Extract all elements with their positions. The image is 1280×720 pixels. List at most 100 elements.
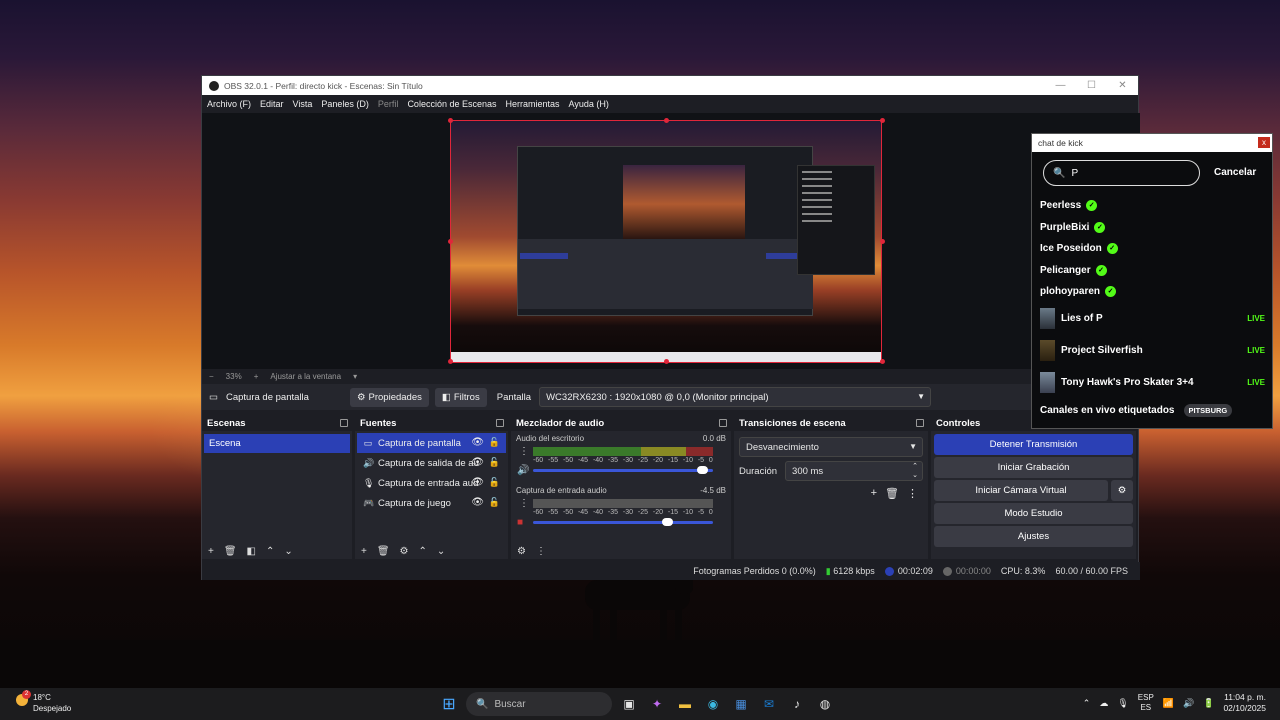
clock[interactable]: 11:04 p. m. 02/10/2025 [1223,692,1266,714]
undock-icon[interactable] [916,419,924,427]
resize-handle[interactable] [448,359,453,364]
lock-icon[interactable]: 🔓 [489,437,500,448]
minimize-button[interactable]: — [1045,80,1076,91]
eye-icon[interactable]: 👁 [471,437,484,448]
duration-input[interactable]: 300 ms ⌃ ⌄ [785,461,923,481]
chat-search-input[interactable]: 🔍 P [1043,160,1200,186]
speaker-icon[interactable]: 🔊 [517,465,529,476]
slider-knob[interactable] [662,518,674,526]
chat-titlebar[interactable]: chat de kick x [1032,134,1272,152]
fit-window-button[interactable]: Ajustar a la ventana [270,372,341,381]
source-item[interactable]: 🎙 Captura de entrada aud 👁 🔓 [357,473,506,493]
move-down-icon[interactable]: ⌄ [437,546,445,557]
user-result[interactable]: PurpleBixi ✓ [1040,222,1106,233]
add-icon[interactable]: + [208,546,214,557]
slider-knob[interactable] [696,466,708,474]
advanced-audio-icon[interactable]: ⚙ [517,546,526,557]
trash-icon[interactable]: 🗑 [377,546,390,557]
maximize-button[interactable]: ☐ [1076,80,1107,91]
start-recording-button[interactable]: Iniciar Grabación [934,457,1133,478]
gear-icon[interactable]: ⚙ [400,546,409,557]
resize-handle[interactable] [448,118,453,123]
settings-button[interactable]: Ajustes [934,526,1133,547]
copilot-icon[interactable]: ✦ [646,693,668,715]
weather-widget[interactable]: 2 18°C Despejado [16,690,71,714]
eye-icon[interactable]: 👁 [471,497,484,508]
wifi-icon[interactable]: 📶 [1163,698,1174,709]
source-item[interactable]: 🔊 Captura de salida de au 👁 🔓 [357,453,506,473]
kebab-menu-icon[interactable]: ⋮ [519,498,529,509]
menu-tools[interactable]: Herramientas [506,99,560,109]
user-result[interactable]: Peerless ✓ [1040,200,1098,211]
language-indicator[interactable]: ESP ES [1138,693,1154,713]
resize-handle[interactable] [880,359,885,364]
properties-button[interactable]: ⚙ Propiedades [349,387,429,407]
edge-icon[interactable]: ◉ [702,693,724,715]
cancel-button[interactable]: Cancelar [1214,167,1256,178]
kebab-menu-icon[interactable]: ⋮ [519,446,529,457]
menu-file[interactable]: Archivo (F) [207,99,251,109]
menu-docks[interactable]: Paneles (D) [321,99,369,109]
window-titlebar[interactable]: OBS 32.0.1 - Perfil: directo kick - Esce… [202,76,1138,95]
undock-icon[interactable] [496,419,504,427]
trash-icon[interactable]: 🗑 [885,487,899,500]
move-up-icon[interactable]: ⌃ [266,546,274,557]
user-result[interactable]: Pelicanger ✓ [1040,265,1107,276]
close-button[interactable]: ✕ [1107,80,1138,91]
resize-handle[interactable] [880,118,885,123]
undock-icon[interactable] [340,419,348,427]
menu-scene-collection[interactable]: Colección de Escenas [407,99,496,109]
preview-area[interactable] [202,113,1140,369]
source-item[interactable]: ▭ Captura de pantalla 👁 🔓 [357,433,506,453]
close-icon[interactable]: x [1258,137,1270,148]
lock-icon[interactable]: 🔓 [489,457,500,468]
kebab-menu-icon[interactable]: ⋮ [536,546,546,557]
filter-icon[interactable]: ◧ [247,546,256,557]
add-icon[interactable]: + [871,487,877,500]
trash-icon[interactable]: 🗑 [224,546,237,557]
user-result[interactable]: plohoyparen ✓ [1040,286,1117,297]
preview-canvas[interactable] [450,120,882,363]
eye-icon[interactable]: 👁 [471,457,484,468]
zoom-in-button[interactable]: + [254,372,259,381]
obs-icon[interactable]: ◍ [814,693,836,715]
taskbar-search[interactable]: 🔍 Buscar [466,692,612,716]
resize-handle[interactable] [664,118,669,123]
resize-handle[interactable] [448,239,453,244]
lock-icon[interactable]: 🔓 [489,477,500,488]
store-icon[interactable]: ▦ [730,693,752,715]
user-result[interactable]: Ice Poseidon ✓ [1040,243,1118,254]
filters-button[interactable]: ◧ Filtros [434,387,487,407]
onedrive-icon[interactable]: ☁ [1099,698,1108,709]
move-down-icon[interactable]: ⌄ [284,546,292,557]
scene-item[interactable]: Escena [204,434,350,453]
file-explorer-icon[interactable]: ▬ [674,693,696,715]
menu-help[interactable]: Ayuda (H) [569,99,609,109]
display-select[interactable]: WC32RX6230 : 1920x1080 @ 0,0 (Monitor pr… [539,387,932,407]
studio-mode-button[interactable]: Modo Estudio [934,503,1133,524]
chevron-up-icon[interactable]: ⌃ [1083,698,1091,709]
add-icon[interactable]: + [361,546,367,557]
virtual-camera-button[interactable]: Iniciar Cámara Virtual [934,480,1108,501]
battery-icon[interactable]: 🔋 [1203,698,1214,709]
windows-start-icon[interactable]: ⊞ [438,693,460,715]
outlook-icon[interactable]: ✉ [758,693,780,715]
menu-view[interactable]: Vista [293,99,313,109]
volume-slider[interactable] [533,518,713,526]
volume-icon[interactable]: 🔊 [1183,698,1194,709]
kebab-menu-icon[interactable]: ⋮ [907,487,918,500]
transition-select[interactable]: Desvanecimiento ▼ [739,437,923,457]
gear-icon[interactable]: ⚙ [1111,480,1133,501]
lock-icon[interactable]: 🔓 [489,497,500,508]
menu-profile[interactable]: Perfil [378,99,399,109]
tiktok-icon[interactable]: ♪ [786,693,808,715]
zoom-out-button[interactable]: − [209,372,214,381]
resize-handle[interactable] [880,239,885,244]
resize-handle[interactable] [664,359,669,364]
volume-slider[interactable] [533,466,713,474]
spinner-icon[interactable]: ⌃ ⌄ [912,462,918,480]
category-result[interactable]: Project Silverfish LIVE [1040,340,1265,361]
undock-icon[interactable] [719,419,727,427]
tag-badge[interactable]: PITSBURG [1183,404,1233,417]
microphone-icon[interactable]: 🎙 [1117,698,1128,709]
